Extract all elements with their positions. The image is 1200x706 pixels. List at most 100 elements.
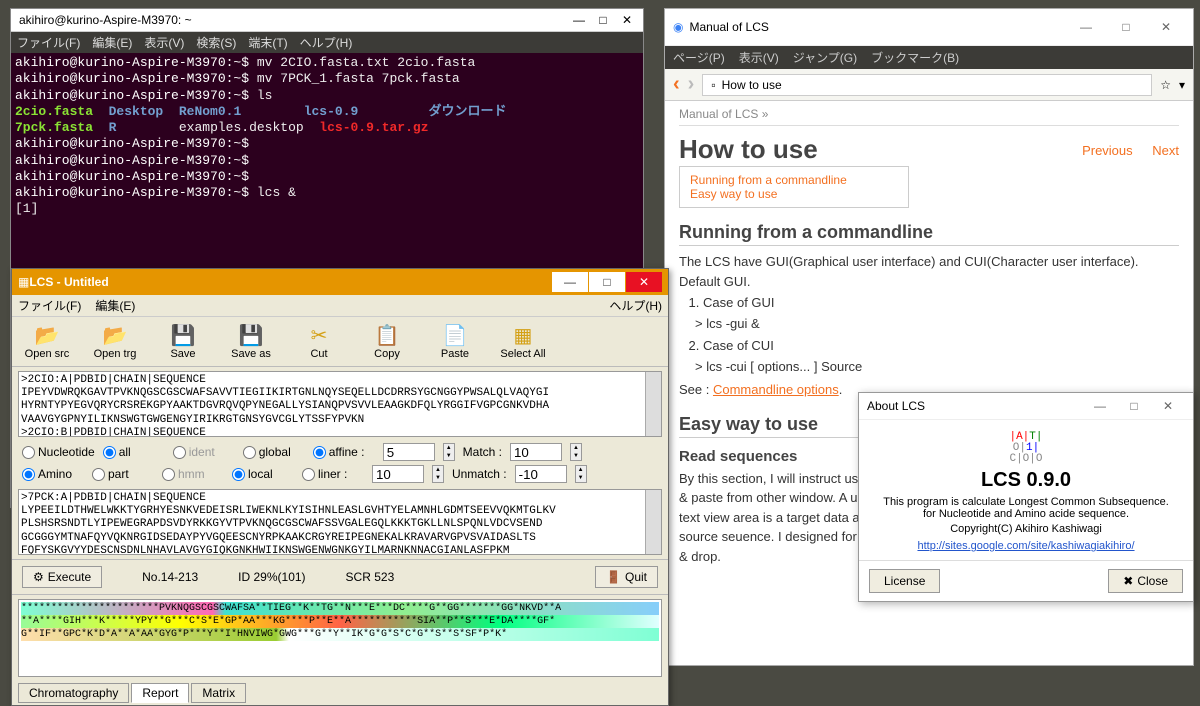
menu-file[interactable]: ファイル(F) bbox=[18, 297, 81, 314]
affine-value[interactable] bbox=[383, 443, 435, 461]
alignment-view[interactable]: ***********************PVKNQGSCGSCWAFSA*… bbox=[18, 599, 662, 677]
scrollbar[interactable] bbox=[645, 372, 661, 436]
minimize-icon[interactable]: — bbox=[552, 272, 588, 292]
prev-link[interactable]: Previous bbox=[1082, 143, 1133, 158]
menu-search[interactable]: 検索(S) bbox=[196, 34, 236, 51]
tab-matrix[interactable]: Matrix bbox=[191, 683, 246, 703]
radio-hmm[interactable]: hmm bbox=[162, 467, 224, 481]
scrollbar[interactable] bbox=[645, 490, 661, 554]
about-body: |A|T|O|1|C|O|O LCS 0.9.0 This program is… bbox=[859, 420, 1193, 560]
floppy-icon: 💾 bbox=[171, 323, 196, 348]
website-link[interactable]: http://sites.google.com/site/kashiwagiak… bbox=[917, 540, 1134, 552]
radio-amino[interactable]: Amino bbox=[22, 467, 84, 481]
see-link[interactable]: Commandline options bbox=[713, 382, 839, 397]
toc-link[interactable]: Running from a commandline bbox=[690, 173, 898, 187]
prompt: akihiro@kurino-Aspire-M3970:~$ bbox=[15, 169, 249, 184]
toc-link[interactable]: Easy way to use bbox=[690, 187, 898, 201]
open-trg-button[interactable]: 📂Open trg bbox=[86, 321, 144, 362]
menu-help[interactable]: ヘルプ(H) bbox=[609, 297, 662, 314]
align-row: G**IF**GPC*K*D*A**A*AA*GYG*P***Y**I*HNVI… bbox=[21, 628, 659, 641]
menu-file[interactable]: ファイル(F) bbox=[17, 34, 80, 51]
minimize-icon[interactable]: — bbox=[1083, 399, 1117, 413]
menu-terminal[interactable]: 端末(T) bbox=[248, 34, 287, 51]
save-button[interactable]: 💾Save bbox=[154, 321, 212, 362]
terminal-body[interactable]: akihiro@kurino-Aspire-M3970:~$ mv 2CIO.f… bbox=[11, 53, 643, 220]
prompt: akihiro@kurino-Aspire-M3970:~$ bbox=[15, 185, 249, 200]
bookmark-icon[interactable]: ☆ bbox=[1160, 78, 1171, 92]
url-text: How to use bbox=[722, 78, 782, 92]
terminal-title: akihiro@kurino-Aspire-M3970: ~ bbox=[19, 13, 571, 27]
forward-icon[interactable]: › bbox=[688, 73, 695, 96]
close-icon[interactable]: ✕ bbox=[1147, 15, 1185, 39]
source-sequence-area[interactable]: >2CIO:A|PDBID|CHAIN|SEQUENCE IPEYVDWRQKG… bbox=[18, 371, 662, 437]
tab-chromatography[interactable]: Chromatography bbox=[18, 683, 129, 703]
close-icon[interactable]: ✕ bbox=[619, 13, 635, 27]
radio-affine[interactable]: affine : bbox=[313, 445, 375, 459]
select-all-button[interactable]: ▦Select All bbox=[494, 321, 552, 362]
menu-help[interactable]: ヘルプ(H) bbox=[300, 34, 353, 51]
radio-all[interactable]: all bbox=[103, 445, 165, 459]
paste-icon: 📄 bbox=[443, 323, 468, 348]
paste-button[interactable]: 📄Paste bbox=[426, 321, 484, 362]
menu-view[interactable]: 表示(V) bbox=[144, 34, 184, 51]
match-value[interactable] bbox=[510, 443, 562, 461]
radio-liner[interactable]: liner : bbox=[302, 467, 364, 481]
dropdown-icon[interactable]: ▾ bbox=[1179, 78, 1185, 92]
save-as-button[interactable]: 💾Save as bbox=[222, 321, 280, 362]
spinner[interactable]: ▲▼ bbox=[570, 443, 582, 461]
target-sequence-area[interactable]: >7PCK:A|PDBID|CHAIN|SEQUENCE LYPEEILDTHW… bbox=[18, 489, 662, 555]
url-bar[interactable]: ▫ How to use bbox=[702, 74, 1152, 96]
radio-part[interactable]: part bbox=[92, 467, 154, 481]
tab-report[interactable]: Report bbox=[131, 683, 189, 703]
license-button[interactable]: License bbox=[869, 569, 940, 593]
close-button[interactable]: ✖ Close bbox=[1108, 569, 1183, 593]
maximize-icon[interactable]: □ bbox=[1107, 15, 1145, 39]
next-link[interactable]: Next bbox=[1152, 143, 1179, 158]
ls-file: 2cio.fasta bbox=[15, 104, 93, 119]
menu-view[interactable]: 表示(V) bbox=[739, 49, 779, 66]
minimize-icon[interactable]: — bbox=[1067, 15, 1105, 39]
execute-button[interactable]: ⚙Execute bbox=[22, 566, 102, 588]
copy-icon: 📋 bbox=[375, 323, 400, 348]
spinner[interactable]: ▲▼ bbox=[432, 465, 444, 483]
app-description: This program is calculate Longest Common… bbox=[873, 496, 1179, 508]
cut-button[interactable]: ✂Cut bbox=[290, 321, 348, 362]
radio-nucleotide[interactable]: Nucleotide bbox=[22, 445, 95, 459]
spinner[interactable]: ▲▼ bbox=[575, 465, 587, 483]
menu-jump[interactable]: ジャンプ(G) bbox=[793, 49, 857, 66]
maximize-icon[interactable]: □ bbox=[589, 272, 625, 292]
open-src-button[interactable]: 📂Open src bbox=[18, 321, 76, 362]
ls-file: 7pck.fasta bbox=[15, 120, 93, 135]
maximize-icon[interactable]: □ bbox=[595, 13, 611, 27]
spinner[interactable]: ▲▼ bbox=[443, 443, 455, 461]
status-id: ID 29%(101) bbox=[238, 570, 305, 584]
menu-page[interactable]: ページ(P) bbox=[673, 49, 725, 66]
minimize-icon[interactable]: — bbox=[571, 13, 587, 27]
quit-button[interactable]: 🚪Quit bbox=[595, 566, 658, 588]
radio-ident[interactable]: ident bbox=[173, 445, 235, 459]
liner-value[interactable] bbox=[372, 465, 424, 483]
maximize-icon[interactable]: □ bbox=[1117, 399, 1151, 413]
folder-icon: 📂 bbox=[35, 323, 60, 348]
ls-dir: lcs-0.9 bbox=[304, 104, 359, 119]
menu-edit[interactable]: 編集(E) bbox=[92, 34, 132, 51]
radio-global[interactable]: global bbox=[243, 445, 305, 459]
radio-local[interactable]: local bbox=[232, 467, 294, 481]
ls-dir: ダウンロード bbox=[429, 104, 507, 119]
prompt: akihiro@kurino-Aspire-M3970:~$ bbox=[15, 55, 249, 70]
page-icon: ▫ bbox=[711, 78, 715, 92]
cmd-line: ls bbox=[257, 88, 273, 103]
back-icon[interactable]: ‹ bbox=[673, 73, 680, 96]
match-label: Match : bbox=[463, 445, 502, 459]
menu-edit[interactable]: 編集(E) bbox=[95, 297, 135, 314]
menu-bookmark[interactable]: ブックマーク(B) bbox=[871, 49, 959, 66]
cmd-line: mv 2CIO.fasta.txt 2cio.fasta bbox=[257, 55, 475, 70]
unmatch-value[interactable] bbox=[515, 465, 567, 483]
copy-button[interactable]: 📋Copy bbox=[358, 321, 416, 362]
close-icon[interactable]: ✕ bbox=[626, 272, 662, 292]
close-icon[interactable]: ✕ bbox=[1151, 399, 1185, 413]
breadcrumb[interactable]: Manual of LCS » bbox=[679, 107, 1179, 126]
prompt: akihiro@kurino-Aspire-M3970:~$ bbox=[15, 136, 249, 151]
about-buttons: License ✖ Close bbox=[859, 560, 1193, 601]
lcs-window: ▦ LCS - Untitled — □ ✕ ファイル(F) 編集(E) ヘルプ… bbox=[11, 268, 669, 706]
